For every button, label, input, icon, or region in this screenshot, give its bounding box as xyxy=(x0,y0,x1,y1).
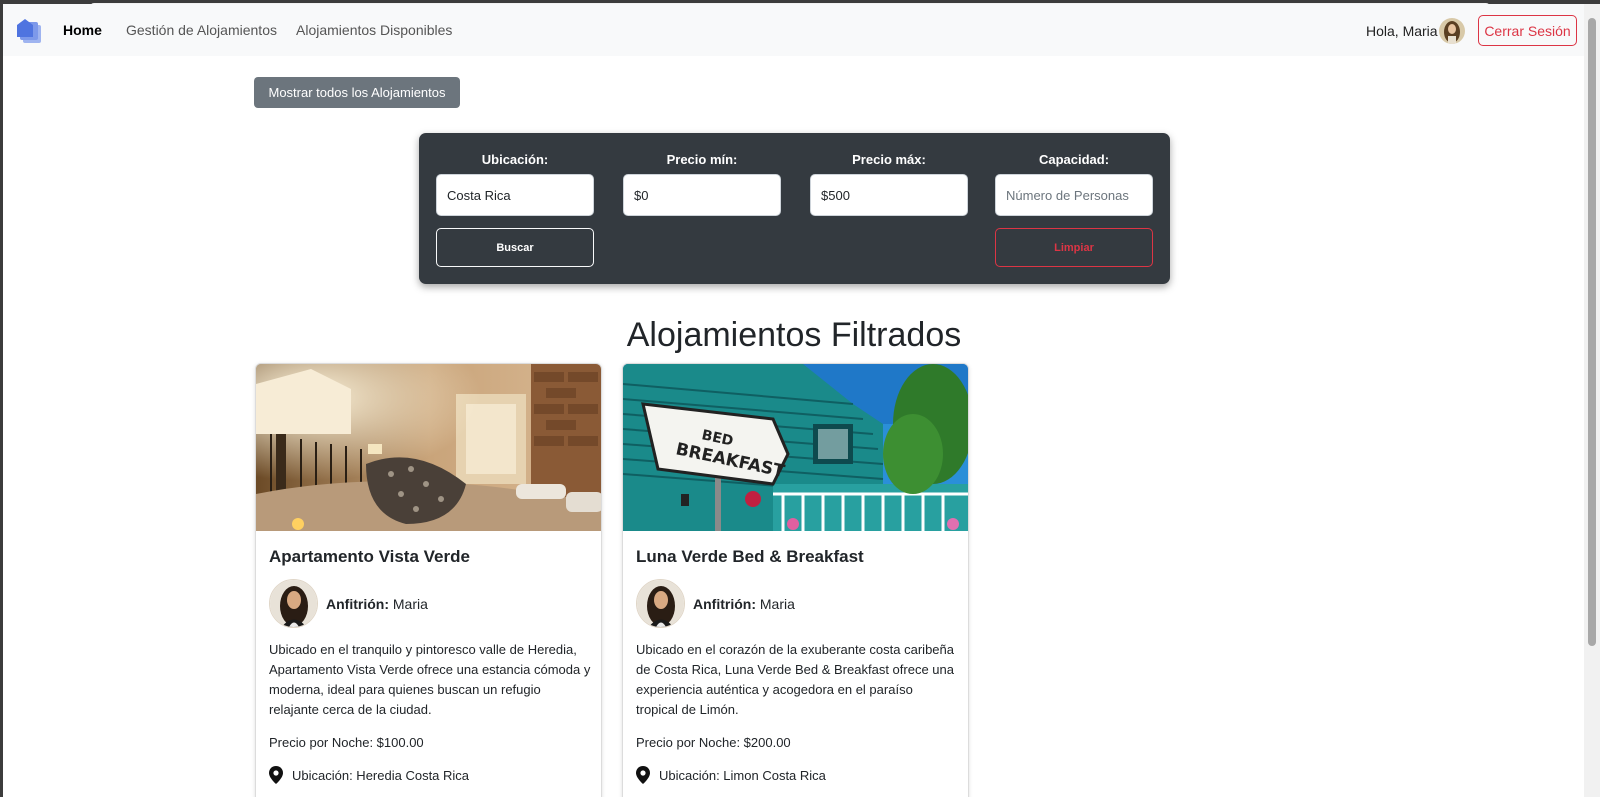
max-price-input[interactable] xyxy=(810,174,968,216)
host-name: Maria xyxy=(759,596,795,612)
host-name: Maria xyxy=(392,596,428,612)
listing-title[interactable]: Luna Verde Bed & Breakfast xyxy=(636,547,864,567)
host-avatar xyxy=(636,579,685,628)
location-pin-icon xyxy=(636,766,650,784)
navbar: Home Gestión de Alojamientos Alojamiento… xyxy=(3,4,1584,56)
listing-location: Ubicación: Heredia Costa Rica xyxy=(269,766,469,784)
listing-card[interactable]: Apartamento Vista Verde Anfitrión: Maria… xyxy=(255,363,602,797)
nav-alojamientos-disponibles[interactable]: Alojamientos Disponibles xyxy=(296,22,452,38)
filter-panel: Ubicación: Precio mín: Precio máx: Capac… xyxy=(419,133,1170,284)
listing-price: Precio por Noche: $100.00 xyxy=(269,735,424,750)
listing-image xyxy=(256,364,601,531)
brand-logo-icon[interactable] xyxy=(15,17,43,45)
location-input[interactable] xyxy=(436,174,594,216)
max-price-label: Precio máx: xyxy=(852,152,926,167)
capacity-input[interactable] xyxy=(995,174,1153,216)
host-label: Anfitrión: xyxy=(693,596,756,612)
clear-button[interactable]: Limpiar xyxy=(995,228,1153,267)
capacity-label: Capacidad: xyxy=(1038,152,1110,167)
listing-title[interactable]: Apartamento Vista Verde xyxy=(269,547,470,567)
host-line: Anfitrión: Maria xyxy=(326,596,428,612)
location-pin-icon xyxy=(269,766,283,784)
listing-image: BED BREAKFAST xyxy=(623,364,968,531)
min-price-label: Precio mín: xyxy=(666,152,738,167)
scrollbar[interactable] xyxy=(1584,4,1600,797)
listing-location: Ubicación: Limon Costa Rica xyxy=(636,766,826,784)
host-line: Anfitrión: Maria xyxy=(693,596,795,612)
location-label: Ubicación: xyxy=(481,152,549,167)
min-price-input[interactable] xyxy=(623,174,781,216)
listing-description: Ubicado en el corazón de la exuberante c… xyxy=(636,642,954,717)
host-label: Anfitrión: xyxy=(326,596,389,612)
nav-gestion-alojamientos[interactable]: Gestión de Alojamientos xyxy=(126,22,277,38)
scrollbar-thumb[interactable] xyxy=(1588,18,1596,646)
listing-location-text: Ubicación: Limon Costa Rica xyxy=(659,767,826,783)
host-avatar xyxy=(269,579,318,628)
listing-price: Precio por Noche: $200.00 xyxy=(636,735,791,750)
user-avatar[interactable] xyxy=(1439,18,1465,44)
logout-button[interactable]: Cerrar Sesión xyxy=(1478,15,1577,46)
nav-home[interactable]: Home xyxy=(63,22,102,38)
listing-card[interactable]: BED BREAKFAST Luna Verde Bed & Breakfast… xyxy=(622,363,969,797)
show-all-button[interactable]: Mostrar todos los Alojamientos xyxy=(254,77,460,108)
search-button[interactable]: Buscar xyxy=(436,228,594,267)
listing-location-text: Ubicación: Heredia Costa Rica xyxy=(292,767,470,783)
user-greeting: Hola, Maria xyxy=(1366,23,1438,39)
section-title: Alojamientos Filtrados xyxy=(626,316,962,354)
listing-description: Ubicado en el tranquilo y pintoresco val… xyxy=(269,642,591,717)
